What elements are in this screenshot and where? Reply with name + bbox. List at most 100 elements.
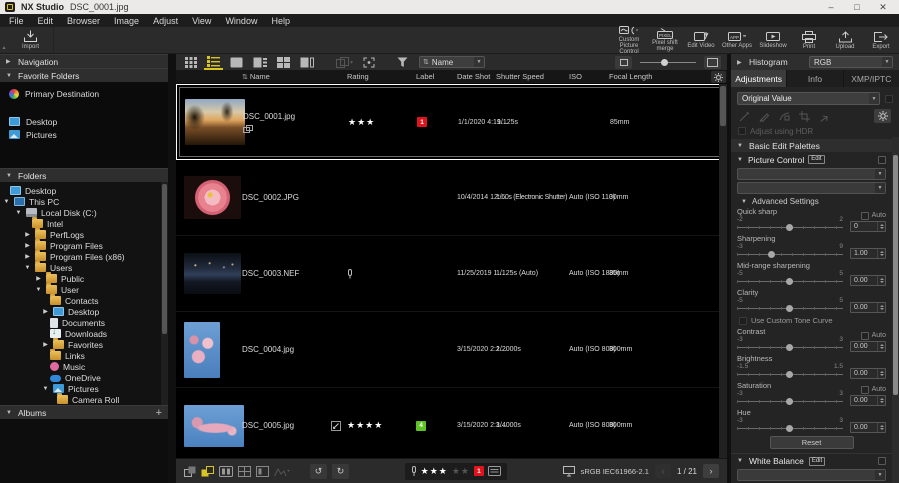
stepper-icon[interactable] [877, 249, 885, 258]
upload-button[interactable]: Upload [827, 27, 863, 53]
slideshow-button[interactable]: Slideshow [755, 27, 791, 53]
tree-item-music[interactable]: Music [0, 361, 168, 372]
tree-item-desktop[interactable]: Desktop [0, 185, 168, 196]
folders-section-header[interactable]: ▼ Folders [0, 168, 168, 182]
panel-settings-button[interactable] [874, 109, 891, 123]
favorite-folders-section-header[interactable]: ▼ Favorite Folders [0, 68, 168, 82]
tree-item-favorites[interactable]: ▶ Favorites [0, 338, 168, 350]
other-apps-button[interactable]: APP Other Apps [719, 27, 755, 53]
menu-window[interactable]: Window [218, 16, 264, 26]
tree-item-local-disk[interactable]: ▼ Local Disk (C:) [0, 207, 168, 218]
picture-control-dropdown-1[interactable]: ▼ [737, 168, 886, 180]
white-balance-checkbox[interactable] [878, 457, 886, 465]
column-iso[interactable]: ISO [569, 72, 609, 81]
albums-section-header[interactable]: ▼ Albums + [0, 405, 168, 419]
photo-row[interactable]: DSC_0005.jpg ★★★★ 4 3/15/2020 2:3… 1/400… [176, 388, 727, 458]
thumbnail-size-slider[interactable] [640, 56, 696, 68]
photo-row-selected[interactable]: DSC_0001.jpg ★★★ 1 1/1/2020 4:19… 1/125s… [176, 84, 727, 160]
stepper-icon[interactable] [877, 303, 885, 312]
hue-slider[interactable] [737, 424, 843, 433]
expand-arrow-icon[interactable]: ▶ [24, 231, 31, 238]
favorite-pictures[interactable]: Pictures [0, 128, 168, 141]
expand-arrow-icon[interactable]: ▼ [35, 287, 42, 293]
tree-item-documents[interactable]: Documents [0, 317, 168, 328]
menu-edit[interactable]: Edit [31, 16, 61, 26]
maximize-button[interactable]: □ [846, 2, 868, 13]
label-badge[interactable]: 4 [416, 420, 426, 431]
photo-thumbnail[interactable] [184, 253, 241, 294]
column-settings-button[interactable] [711, 71, 726, 83]
pairs-icon[interactable] [184, 466, 196, 477]
tree-item-downloads[interactable]: Downloads [0, 327, 168, 339]
slider-handle[interactable] [767, 251, 775, 258]
edit-video-button[interactable]: Edit Video [683, 27, 719, 53]
menu-view[interactable]: View [185, 16, 218, 26]
photo-thumbnail[interactable] [184, 176, 241, 219]
tree-item-links[interactable]: Links [0, 349, 168, 361]
panel-scrollbar[interactable] [892, 137, 899, 483]
expand-arrow-icon[interactable]: ▶ [42, 308, 49, 315]
protect-icon[interactable] [411, 465, 417, 477]
advanced-settings-header[interactable]: ▼ Advanced Settings [731, 196, 892, 207]
hue-value[interactable]: 0.00 [850, 422, 886, 433]
sort-dropdown[interactable]: ⇅ Name ▼ [419, 56, 486, 68]
sharpening-slider[interactable] [737, 250, 843, 259]
reset-button[interactable]: Reset [769, 436, 854, 449]
tab-xmp-iptc[interactable]: XMP/IPTC [843, 70, 899, 87]
export-button[interactable]: Export [863, 27, 899, 53]
tree-item-users[interactable]: ▼ Users [0, 261, 168, 273]
pixel-shift-merge-button[interactable]: PIXEL Pixel shift merge [647, 27, 683, 53]
next-image-button[interactable]: › [703, 464, 719, 478]
picture-control-checkbox[interactable] [878, 155, 886, 164]
panel-collapse-handle[interactable]: ▲ [0, 27, 8, 53]
tree-item-pictures[interactable]: ▼ Pictures [0, 383, 168, 394]
favorite-primary-destination[interactable]: Primary Destination [0, 87, 168, 100]
contrast-auto-checkbox[interactable] [860, 331, 869, 340]
saturation-auto-checkbox[interactable] [860, 385, 869, 394]
photo-row[interactable]: DSC_0002.JPG 10/4/2014 12:… 1/60s (Elect… [176, 160, 727, 236]
tab-info[interactable]: Info [787, 70, 843, 87]
slider-handle[interactable] [786, 371, 793, 378]
expand-arrow-icon[interactable]: ▶ [42, 341, 49, 348]
favorite-desktop[interactable]: Desktop [0, 115, 168, 128]
quick-sharp-value[interactable]: 0 [850, 221, 886, 232]
menu-file[interactable]: File [2, 16, 31, 26]
quick-sharp-slider[interactable] [737, 223, 843, 232]
expand-arrow-icon[interactable]: ▶ [35, 275, 42, 282]
rating-stars-lit[interactable]: ★★★ [421, 466, 448, 477]
column-focal-length[interactable]: Focal Length [609, 72, 727, 81]
menu-image[interactable]: Image [107, 16, 146, 26]
mid-range-value[interactable]: 0.00 [850, 275, 886, 286]
grid-view-button[interactable] [182, 54, 200, 70]
menu-browser[interactable]: Browser [60, 16, 107, 26]
tree-item-user[interactable]: ▼ User [0, 283, 168, 295]
white-balance-dropdown[interactable]: ▼ [737, 469, 886, 481]
navigation-section-header[interactable]: ▶ Navigation [0, 54, 168, 68]
label-menu-icon[interactable] [487, 466, 501, 476]
column-label[interactable]: Label [416, 72, 457, 81]
slider-handle[interactable] [786, 224, 793, 231]
fullscreen-button[interactable] [360, 54, 378, 70]
rotate-cw-button[interactable]: ↻ [332, 463, 349, 479]
tree-item-contacts[interactable]: Contacts [0, 294, 168, 306]
stepper-icon[interactable] [877, 342, 885, 351]
map-view-button[interactable] [297, 54, 317, 70]
tree-item-public[interactable]: ▶ Public [0, 272, 168, 284]
rating-stars-dim[interactable]: ★★ [452, 466, 470, 477]
tree-item-program-files[interactable]: ▶ Program Files [0, 239, 168, 251]
histogram-header[interactable]: ▶ Histogram RGB ▼ [731, 54, 899, 70]
photo-row[interactable]: DSC_0003.NEF 11/25/2019 1… 1/125s (Auto)… [176, 236, 727, 312]
add-album-button[interactable]: + [156, 407, 162, 418]
preset-dropdown[interactable]: Original Value ▼ [737, 92, 880, 105]
slider-handle[interactable] [786, 278, 793, 285]
contrast-slider[interactable] [737, 343, 843, 352]
saturation-slider[interactable] [737, 397, 843, 406]
label-badge[interactable]: 1 [473, 466, 484, 476]
tab-adjustments[interactable]: Adjustments [731, 70, 787, 87]
minimize-button[interactable]: – [820, 2, 842, 13]
brightness-slider[interactable] [737, 370, 843, 379]
thumbnail-small-button[interactable] [615, 55, 632, 69]
photo-thumbnail[interactable] [185, 99, 245, 145]
saturation-value[interactable]: 0.00 [850, 395, 886, 406]
splitter-left[interactable] [168, 54, 176, 483]
